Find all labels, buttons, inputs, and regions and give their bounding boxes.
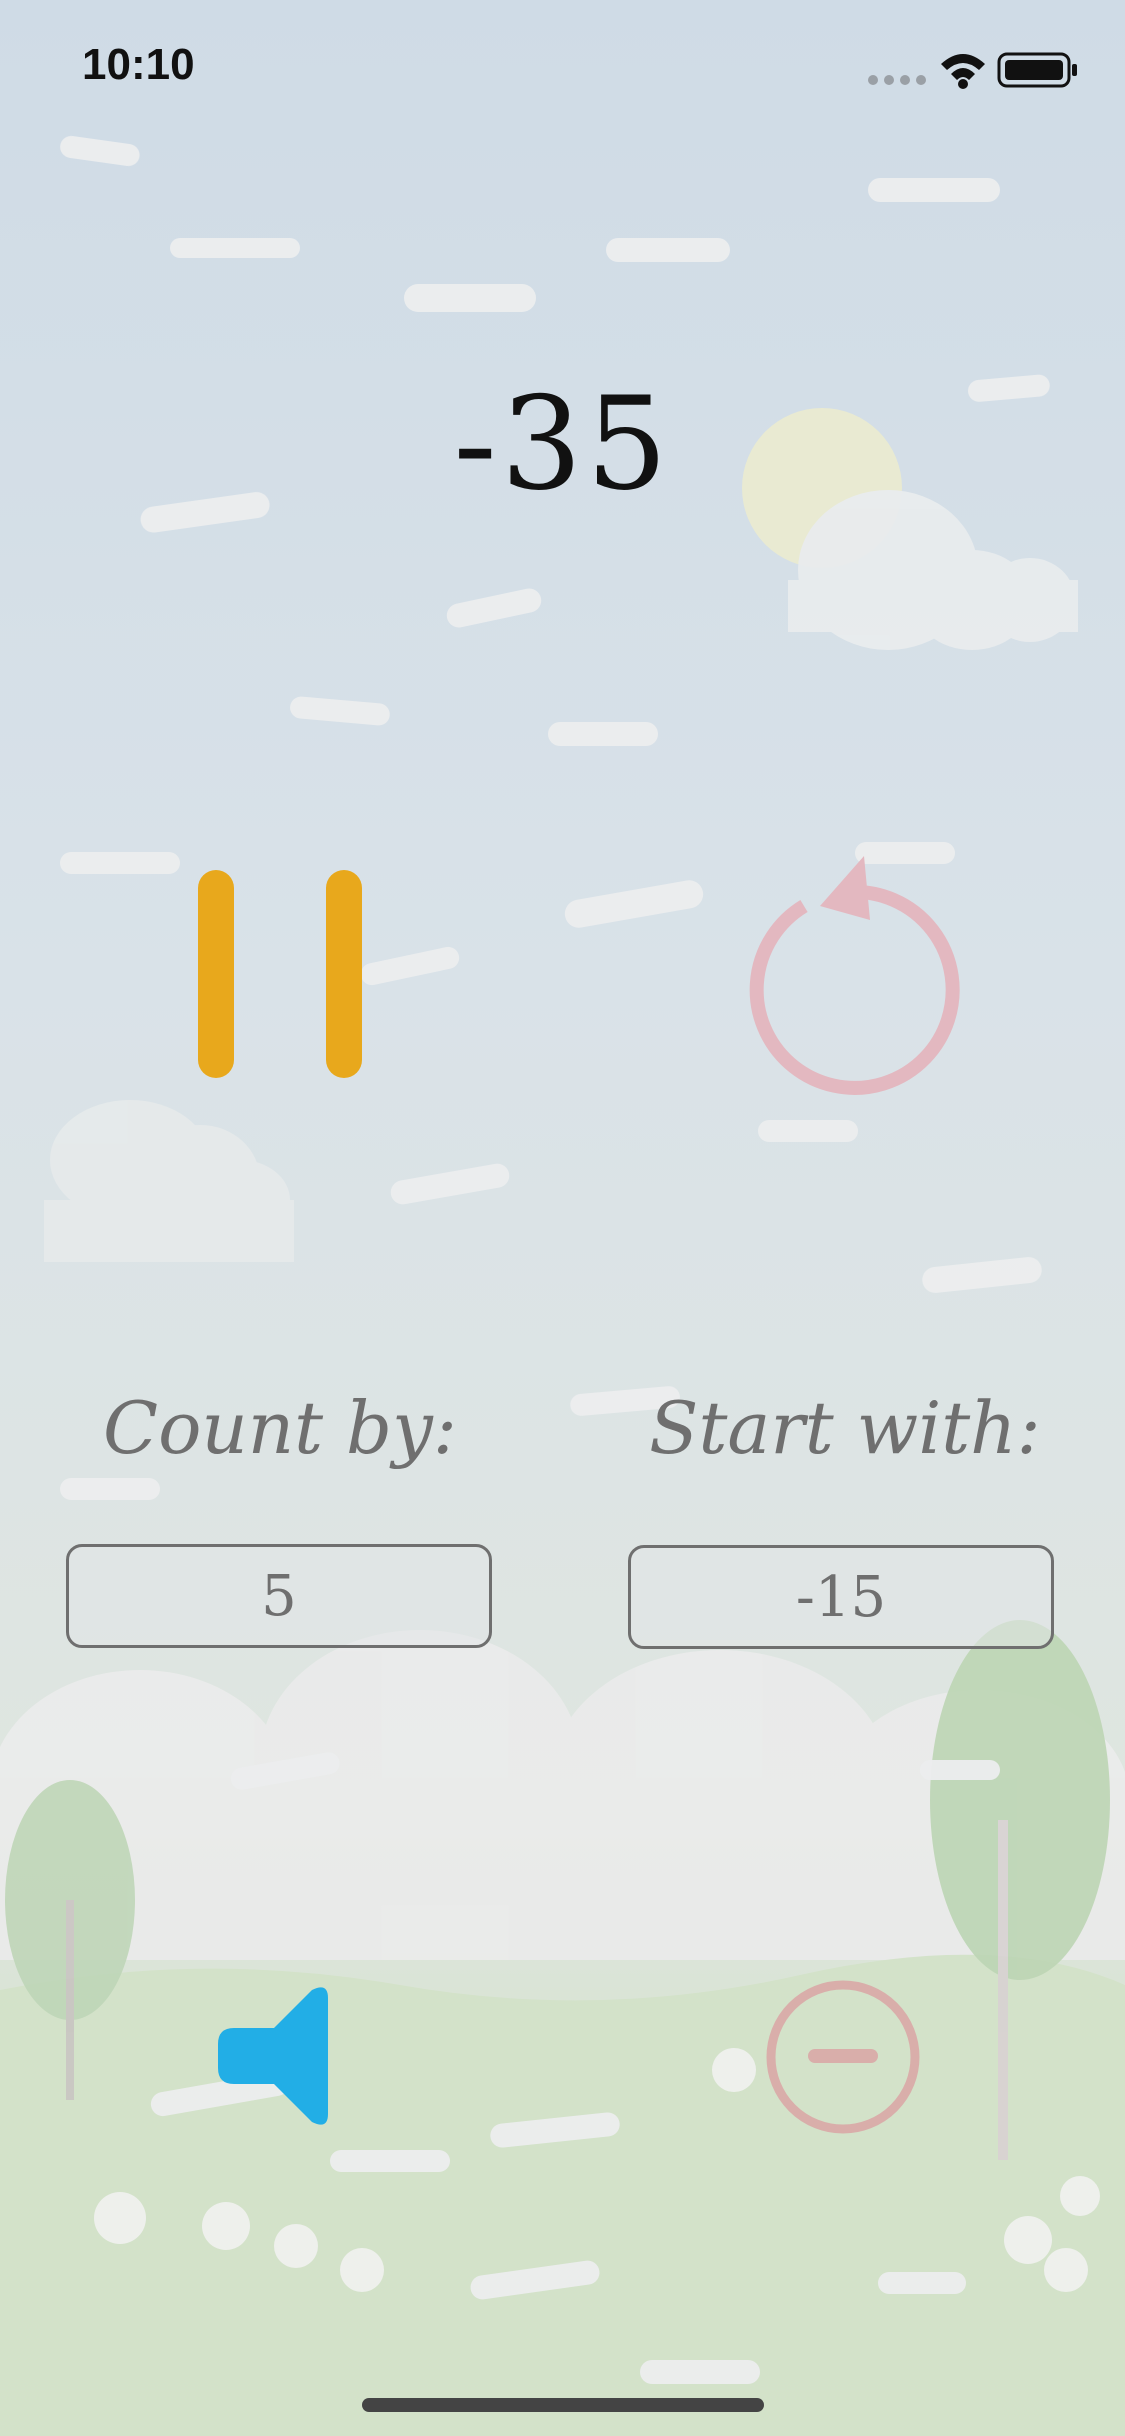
minus-circle-icon <box>766 1980 920 2134</box>
speaker-icon <box>218 1987 328 2125</box>
wifi-icon <box>941 54 985 89</box>
start-with-field[interactable]: -15 <box>628 1545 1054 1649</box>
grass-field <box>0 1954 1125 2436</box>
signal-icon <box>868 75 926 85</box>
count-by-label: Count by: <box>102 1386 458 1470</box>
status-icons <box>868 52 1077 89</box>
restart-button[interactable] <box>730 850 960 1100</box>
start-with-label: Start with: <box>649 1386 1041 1470</box>
status-time: 10:10 <box>82 40 195 89</box>
background-scenery <box>0 135 1125 2436</box>
count-by-field[interactable]: 5 <box>66 1544 492 1648</box>
battery-icon <box>997 52 1077 88</box>
pause-button[interactable] <box>190 866 370 1082</box>
home-indicator[interactable] <box>362 2398 764 2412</box>
pause-icon <box>198 870 362 1078</box>
sound-button[interactable] <box>212 1982 332 2130</box>
minus-button[interactable] <box>764 1978 922 2136</box>
cloud-left <box>44 1100 294 1262</box>
counter-display: -35 <box>453 370 672 519</box>
restart-arrow-icon <box>749 856 960 1095</box>
